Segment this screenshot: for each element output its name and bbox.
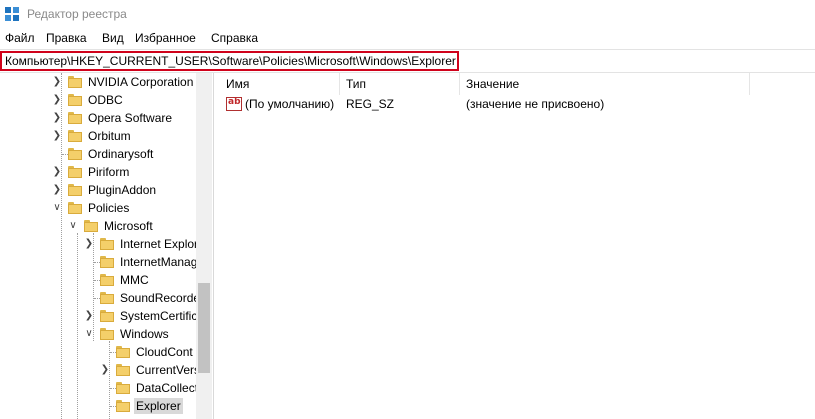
scrollbar-thumb[interactable] [198, 283, 210, 373]
tree-item-label: Explorer [134, 398, 183, 414]
folder-icon [68, 184, 82, 196]
tree-item-piriform[interactable]: ❯ Piriform [0, 163, 196, 181]
chevron-right-icon[interactable]: ❯ [100, 364, 110, 376]
chevron-right-icon[interactable]: ❯ [52, 184, 62, 196]
folder-icon [68, 76, 82, 88]
folder-icon [116, 400, 130, 412]
menu-edit[interactable]: Правка [46, 31, 87, 45]
string-value-icon: ab [226, 97, 242, 111]
menu-bar: Файл Правка Вид Избранное Справка [0, 28, 815, 48]
folder-icon [68, 148, 82, 160]
chevron-down-icon[interactable]: ∨ [84, 328, 94, 340]
folder-icon [100, 256, 114, 268]
folder-icon [100, 238, 114, 250]
chevron-right-icon[interactable]: ❯ [52, 166, 62, 178]
tree-item-orbitum[interactable]: ❯ Orbitum [0, 127, 196, 145]
chevron-right-icon[interactable]: ❯ [52, 76, 62, 88]
column-header-value[interactable]: Значение [460, 73, 750, 95]
registry-editor-icon [5, 7, 20, 22]
tree-item-label: Internet Explor [120, 237, 199, 251]
tree-item-label: MMC [120, 273, 149, 287]
folder-icon [100, 328, 114, 340]
chevron-right-icon[interactable]: ❯ [52, 94, 62, 106]
menu-favorites[interactable]: Избранное [135, 31, 196, 45]
tree-item-currentversion[interactable]: ❯ CurrentVers [0, 361, 200, 379]
folder-icon [68, 130, 82, 142]
tree-item-explorer[interactable]: Explorer [0, 397, 196, 415]
folder-icon [100, 310, 114, 322]
tree-item-nvidia[interactable]: ❯ NVIDIA Corporation [0, 73, 196, 91]
folder-icon [116, 346, 130, 358]
tree-item-windows[interactable]: ∨ Windows [0, 325, 196, 343]
chevron-right-icon[interactable]: ❯ [84, 310, 94, 322]
folder-icon [116, 364, 130, 376]
tree-item-label: Microsoft [104, 219, 153, 233]
tree-item-cloudcontent[interactable]: CloudCont [0, 343, 196, 361]
value-name: (По умолчанию) [245, 97, 335, 111]
tree-item-label: Opera Software [88, 111, 173, 125]
column-header-name[interactable]: Имя [220, 73, 340, 95]
tree-item-policies[interactable]: ∨ Policies [0, 199, 196, 217]
tree-item-odbc[interactable]: ❯ ODBC [0, 91, 196, 109]
tree-item-label: PluginAddon [88, 183, 157, 197]
tree-item-label: CurrentVers [136, 363, 201, 377]
folder-icon [68, 202, 82, 214]
address-input[interactable]: Компьютер\HKEY_CURRENT_USER\Software\Pol… [0, 51, 459, 71]
tree-item-pluginaddon[interactable]: ❯ PluginAddon [0, 181, 196, 199]
column-header-type[interactable]: Тип [340, 73, 460, 95]
tree-item-mmc[interactable]: MMC [0, 271, 196, 289]
tree-item-label: NVIDIA Corporation [88, 75, 194, 89]
folder-icon [100, 274, 114, 286]
tree-item-label: Ordinarysoft [88, 147, 154, 161]
folder-icon [68, 166, 82, 178]
tree-item-label: Policies [88, 201, 130, 215]
title-bar: Редактор реестра [0, 0, 815, 28]
tree-item-label: SystemCertific [120, 309, 198, 323]
menu-view[interactable]: Вид [102, 31, 124, 45]
value-data: (значение не присвоено) [466, 97, 605, 111]
window-title: Редактор реестра [27, 7, 127, 21]
tree-item-label: Windows [120, 327, 169, 341]
list-row[interactable]: ab (По умолчанию) REG_SZ (значение не пр… [220, 95, 815, 113]
tree-item-soundrecorder[interactable]: SoundRecorde [0, 289, 200, 307]
chevron-right-icon[interactable]: ❯ [84, 238, 94, 250]
menu-help[interactable]: Справка [211, 31, 258, 45]
chevron-right-icon[interactable]: ❯ [52, 130, 62, 142]
value-type: REG_SZ [346, 97, 395, 111]
tree-item-label: SoundRecorde [120, 291, 201, 305]
tree-item-label: ODBC [88, 93, 123, 107]
folder-icon [116, 382, 130, 394]
tree-item-label: Piriform [88, 165, 130, 179]
tree-item-label: DataCollect [136, 381, 199, 395]
chevron-down-icon[interactable]: ∨ [68, 220, 78, 232]
folder-icon [68, 112, 82, 124]
menu-file[interactable]: Файл [5, 31, 35, 45]
tree-item-internet-management[interactable]: InternetManag [0, 253, 198, 271]
folder-icon [68, 94, 82, 106]
folder-icon [84, 220, 98, 232]
tree-scrollbar[interactable] [196, 73, 212, 419]
tree-item-label: Orbitum [88, 129, 131, 143]
tree-item-label: CloudCont [136, 345, 193, 359]
tree-item-microsoft[interactable]: ∨ Microsoft [0, 217, 196, 235]
tree-item-systemcertificates[interactable]: ❯ SystemCertific [0, 307, 198, 325]
tree-item-label: InternetManag [120, 255, 198, 269]
pane-splitter[interactable] [213, 73, 219, 419]
chevron-right-icon[interactable]: ❯ [52, 112, 62, 124]
values-list[interactable]: Имя Тип Значение ab (По умолчанию) REG_S… [220, 73, 815, 419]
tree-item-ordinarysoft[interactable]: Ordinarysoft [0, 145, 196, 163]
tree-item-datacollection[interactable]: DataCollect [0, 379, 198, 397]
folder-icon [100, 292, 114, 304]
address-bar: Компьютер\HKEY_CURRENT_USER\Software\Pol… [0, 49, 815, 73]
tree-item-internet-explorer[interactable]: ❯ Internet Explor [0, 235, 198, 253]
registry-tree[interactable]: ❯ NVIDIA Corporation ❯ ODBC ❯ Opera Soft… [0, 73, 212, 419]
tree-item-opera-software[interactable]: ❯ Opera Software [0, 109, 196, 127]
chevron-down-icon[interactable]: ∨ [52, 202, 62, 214]
